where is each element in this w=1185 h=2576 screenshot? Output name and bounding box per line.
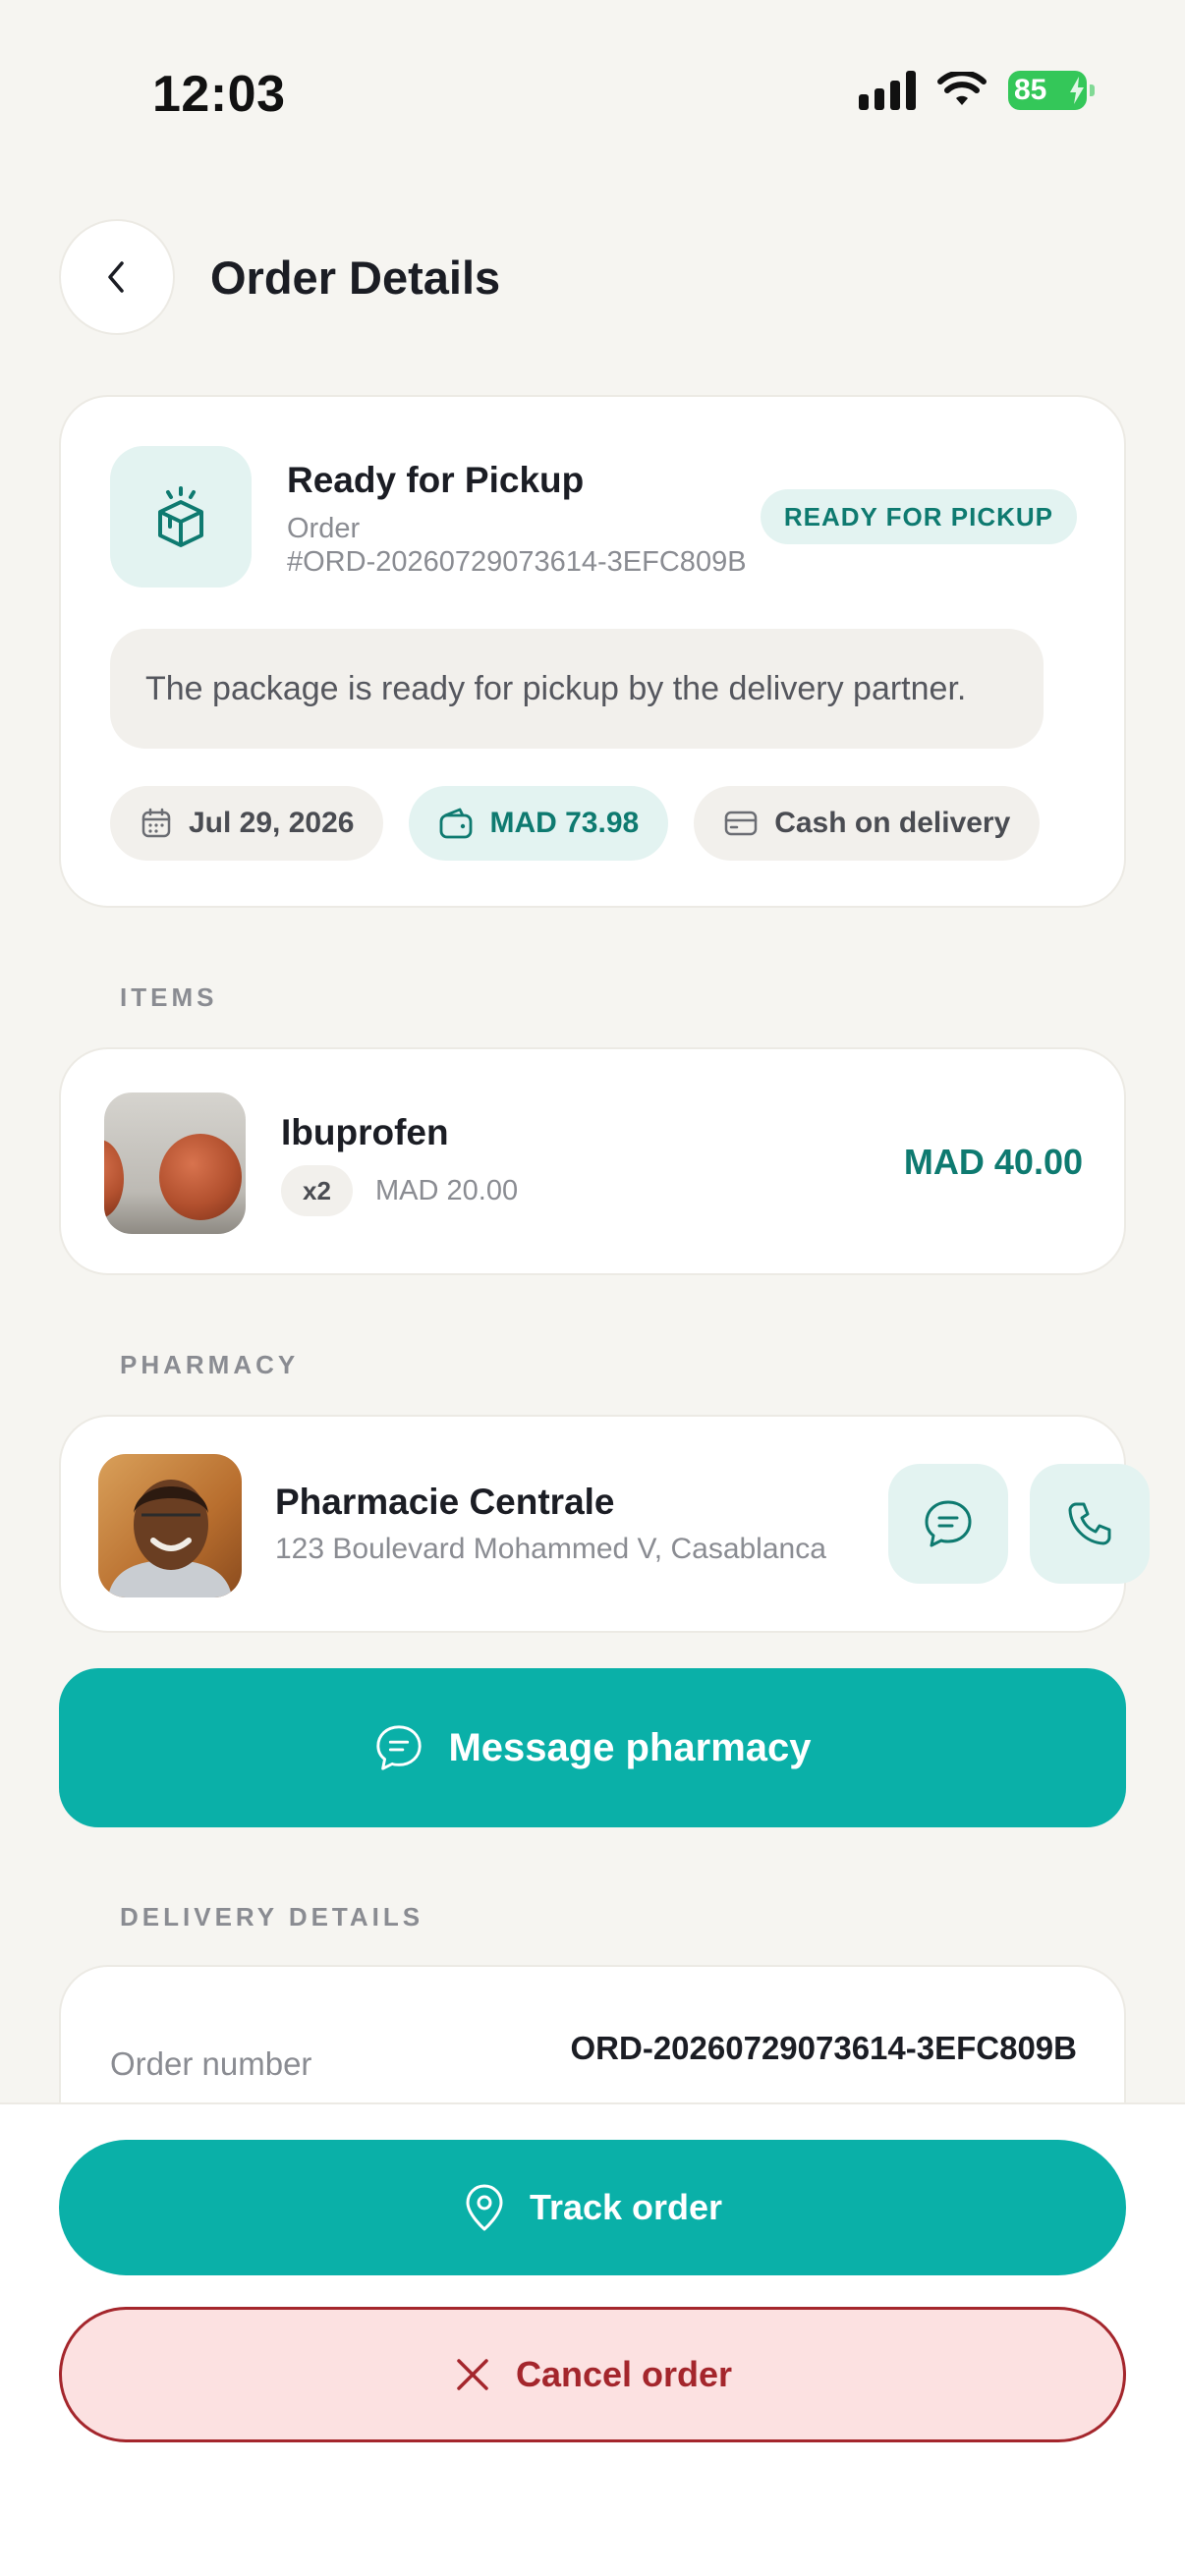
delivery-section-label: DELIVERY DETAILS [120,1902,424,1932]
calendar-icon [141,808,171,838]
wallet-icon [440,808,473,839]
chat-icon [925,1500,972,1547]
total-chip: MAD 73.98 [409,786,669,861]
message-pharmacy-label: Message pharmacy [448,1725,812,1769]
item-unit-price: MAD 20.00 [375,1175,519,1206]
items-section-label: ITEMS [120,982,218,1012]
status-icons: 85 [859,71,1095,110]
close-icon [457,2359,488,2390]
cancel-order-button[interactable]: Cancel order [59,2307,1126,2442]
chat-pharmacy-button[interactable] [888,1464,1008,1584]
status-message: The package is ready for pickup by the d… [110,629,1044,749]
order-id: #ORD-20260729073614-3EFC809B [287,546,747,578]
order-meta-chips: Jul 29, 2026 MAD 73.98 Cash on delivery [110,786,1041,861]
status-bar: 12:03 85 [0,0,1185,147]
pharmacy-address: 123 Boulevard Mohammed V, Casablanca [275,1533,826,1565]
call-pharmacy-button[interactable] [1030,1464,1150,1584]
track-order-label: Track order [529,2187,723,2227]
date-chip: Jul 29, 2026 [110,786,384,861]
cancel-order-label: Cancel order [515,2354,733,2394]
order-status-title: Ready for Pickup [287,460,585,500]
chat-icon [376,1725,423,1770]
item-card: Ibuprofen x2 MAD 20.00 MAD 40.00 [59,1047,1126,1275]
order-number-value: ORD-20260729073614-3EFC809B [570,2030,1078,2066]
pharmacy-avatar [98,1454,242,1597]
pharmacy-name: Pharmacie Centrale [275,1482,615,1522]
item-quantity: x2 [281,1165,353,1216]
back-button[interactable] [59,219,175,335]
order-status-card: Ready for Pickup Order #ORD-202607290736… [59,395,1126,908]
payment-chip: Cash on delivery [694,786,1041,861]
header: Order Details [59,218,500,336]
package-icon [110,446,252,588]
bolt-icon [1070,77,1084,104]
item-name: Ibuprofen [281,1112,449,1152]
pharmacy-card[interactable]: Pharmacie Centrale 123 Boulevard Mohamme… [59,1415,1150,1633]
order-date: Jul 29, 2026 [189,807,355,839]
pharmacy-section-label: PHARMACY [120,1350,300,1379]
phone-icon [1068,1502,1111,1545]
payment-method: Cash on delivery [774,807,1011,839]
signal-icon [859,71,916,110]
track-order-button[interactable]: Track order [59,2140,1126,2275]
status-badge: READY FOR PICKUP [760,489,1077,544]
battery-level: 85 [1014,74,1047,106]
wifi-icon [937,72,987,105]
bottom-action-bar: Track order Cancel order [0,2102,1185,2576]
status-time: 12:03 [152,66,286,123]
order-label: Order [287,513,361,544]
message-pharmacy-button[interactable]: Message pharmacy [59,1668,1126,1827]
item-line-total: MAD 40.00 [903,1142,1083,1182]
order-number-label: Order number [110,2045,312,2082]
order-total: MAD 73.98 [489,807,640,839]
item-thumbnail [104,1092,246,1234]
location-pin-icon [466,2184,503,2231]
chevron-left-icon [108,261,124,293]
page-title: Order Details [210,251,501,304]
credit-card-icon [724,811,758,836]
battery-icon: 85 [1008,71,1095,110]
